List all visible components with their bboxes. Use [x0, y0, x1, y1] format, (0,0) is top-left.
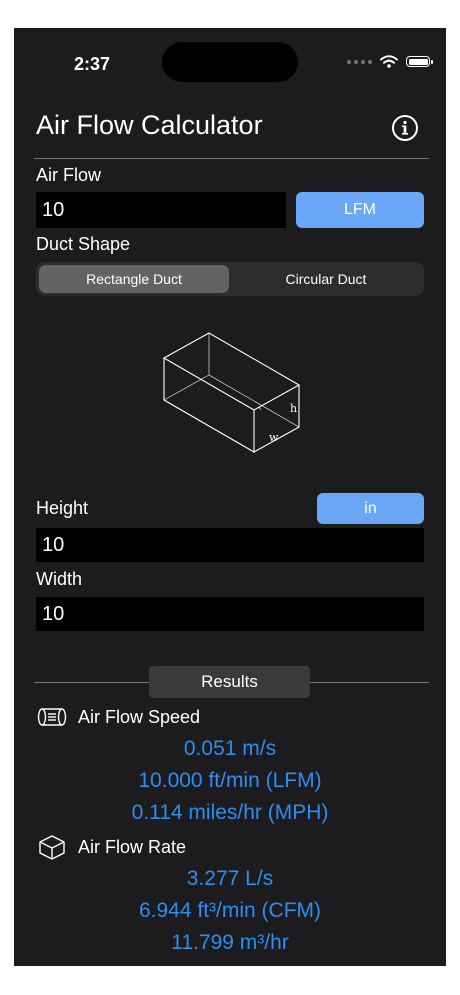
rectangle-duct-diagram: h w [162, 332, 301, 453]
status-icons [347, 55, 433, 68]
width-input[interactable] [36, 597, 424, 631]
rate-value-cfm: 6.944 ft³/min (CFM) [138, 899, 322, 922]
diagram-label-h: h [290, 402, 297, 415]
segment-rectangle-duct[interactable]: Rectangle Duct [39, 265, 229, 293]
air-flow-speed-label: Air Flow Speed [78, 706, 201, 727]
results-header: Results [149, 666, 310, 698]
cube-icon [39, 835, 65, 860]
results-divider-right [310, 682, 429, 683]
diagram-label-w: w [269, 431, 279, 444]
air-flow-speed-header: Air Flow Speed [36, 706, 200, 728]
rate-value-m3hr: 11.799 m³/hr [171, 931, 289, 954]
air-flow-rate-label: Air Flow Rate [78, 836, 187, 857]
dimension-unit-button[interactable]: in [317, 493, 424, 524]
info-icon[interactable] [391, 114, 419, 142]
segment-circular-duct[interactable]: Circular Duct [231, 265, 421, 293]
rate-value-ls: 3.277 L/s [186, 867, 274, 890]
app-screen: 2:37 Air Flow Calculator Air Flow LFM Du… [14, 28, 446, 966]
status-time: 2:37 [74, 54, 111, 74]
air-flow-rate-header: Air Flow Rate [36, 834, 186, 860]
duct-shape-label: Duct Shape [36, 234, 131, 254]
air-flow-input[interactable] [36, 192, 286, 228]
height-label: Height [36, 498, 89, 518]
speed-value-lfm: 10.000 ft/min (LFM) [138, 769, 322, 792]
air-flow-label: Air Flow [36, 165, 102, 185]
duct-shape-segmented-control: Rectangle Duct Circular Duct [36, 262, 424, 296]
duct-flow-icon [37, 708, 67, 726]
air-flow-unit-button[interactable]: LFM [296, 192, 424, 228]
header-divider [34, 158, 429, 159]
width-label: Width [36, 569, 83, 589]
height-input[interactable] [36, 528, 424, 562]
page-title: Air Flow Calculator [36, 110, 263, 140]
speed-value-mph: 0.114 miles/hr (MPH) [131, 801, 329, 824]
battery-icon [406, 56, 433, 67]
dynamic-island [162, 42, 298, 82]
speed-value-ms: 0.051 m/s [183, 737, 277, 760]
cellular-signal-icon [347, 59, 372, 64]
wifi-icon [380, 55, 398, 68]
